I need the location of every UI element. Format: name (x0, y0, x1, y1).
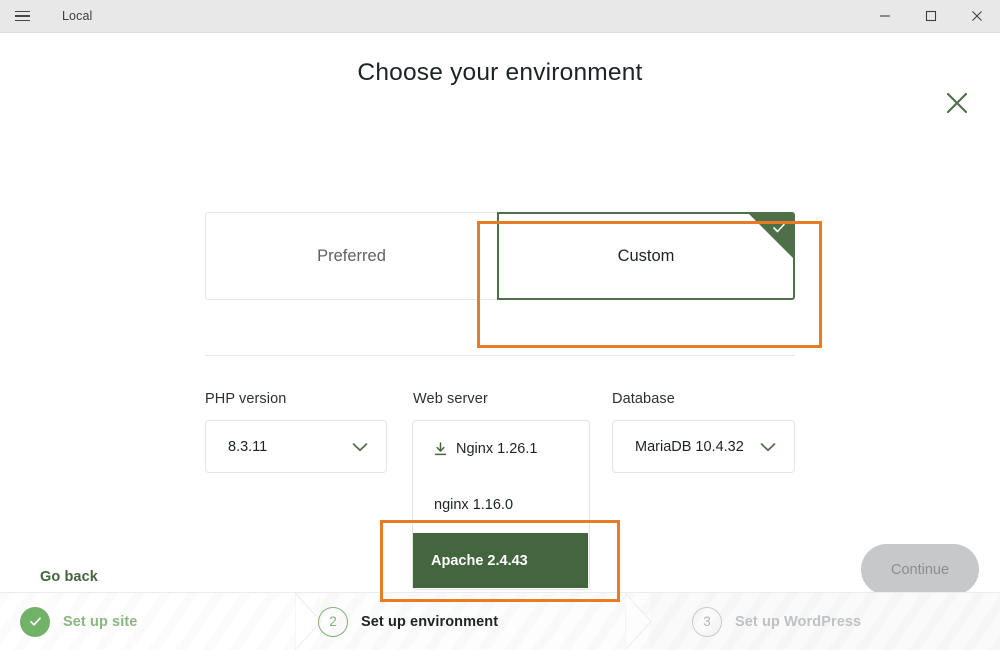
environment-tabs: Preferred Custom (205, 212, 795, 302)
step-1-label: Set up site (63, 613, 138, 630)
step-3-number: 3 (703, 614, 711, 629)
step-2-circle: 2 (318, 606, 348, 637)
section-divider (205, 355, 795, 356)
environment-modal: Choose your environment Preferred Custom (0, 33, 1000, 602)
step-2-number: 2 (329, 614, 337, 629)
page-title: Choose your environment (357, 59, 643, 86)
check-icon (29, 617, 41, 626)
step-set-up-wordpress: 3 Set up WordPress (630, 593, 1000, 650)
step-arrow-divider (625, 593, 651, 650)
step-3-circle: 3 (692, 606, 722, 637)
app-title: Local (62, 9, 93, 23)
database-label: Database (612, 391, 675, 407)
dropdown-option-label: Apache 2.4.43 (431, 552, 528, 569)
step-set-up-site: Set up site (0, 593, 321, 650)
window-controls (862, 0, 1000, 33)
dropdown-option-label: Nginx 1.26.1 (456, 441, 538, 457)
step-set-up-environment: 2 Set up environment (300, 593, 651, 650)
tab-preferred-label: Preferred (317, 246, 386, 265)
dropdown-option-nginx-1-26-1[interactable]: Nginx 1.26.1 (413, 421, 589, 477)
tab-custom-label: Custom (617, 246, 675, 265)
step-2-label: Set up environment (361, 613, 499, 630)
maximize-icon[interactable] (908, 0, 954, 33)
continue-button[interactable]: Continue (861, 544, 979, 595)
chevron-down-icon (760, 442, 776, 452)
dropdown-option-label: nginx 1.16.0 (434, 497, 514, 513)
check-icon (771, 220, 787, 236)
step-3-label: Set up WordPress (735, 613, 862, 630)
web-server-label: Web server (413, 391, 488, 407)
php-version-value: 8.3.11 (228, 438, 268, 455)
minimize-icon[interactable] (862, 0, 908, 33)
local-app-window: Local Choose your environment Preferred … (0, 0, 1000, 650)
dropdown-option-apache-2-4-43[interactable]: Apache 2.4.43 (413, 533, 588, 588)
modal-close-icon[interactable] (939, 85, 975, 121)
php-version-select[interactable]: 8.3.11 (205, 420, 387, 473)
step-1-circle (20, 606, 50, 637)
chevron-down-icon (352, 442, 368, 452)
dropdown-option-nginx-1-16-0[interactable]: nginx 1.16.0 (413, 477, 589, 533)
step-progress-bar: 3 Set up WordPress 2 Set up environment (0, 592, 1000, 650)
tab-custom[interactable]: Custom (497, 212, 795, 300)
hamburger-icon[interactable] (0, 0, 44, 32)
download-icon (434, 442, 447, 456)
database-value: MariaDB 10.4.32 (635, 438, 744, 455)
tab-preferred[interactable]: Preferred (205, 212, 498, 300)
database-select[interactable]: MariaDB 10.4.32 (612, 420, 795, 473)
titlebar: Local (0, 0, 1000, 33)
close-icon[interactable] (954, 0, 1000, 33)
go-back-link[interactable]: Go back (40, 569, 98, 585)
php-version-label: PHP version (205, 391, 287, 407)
